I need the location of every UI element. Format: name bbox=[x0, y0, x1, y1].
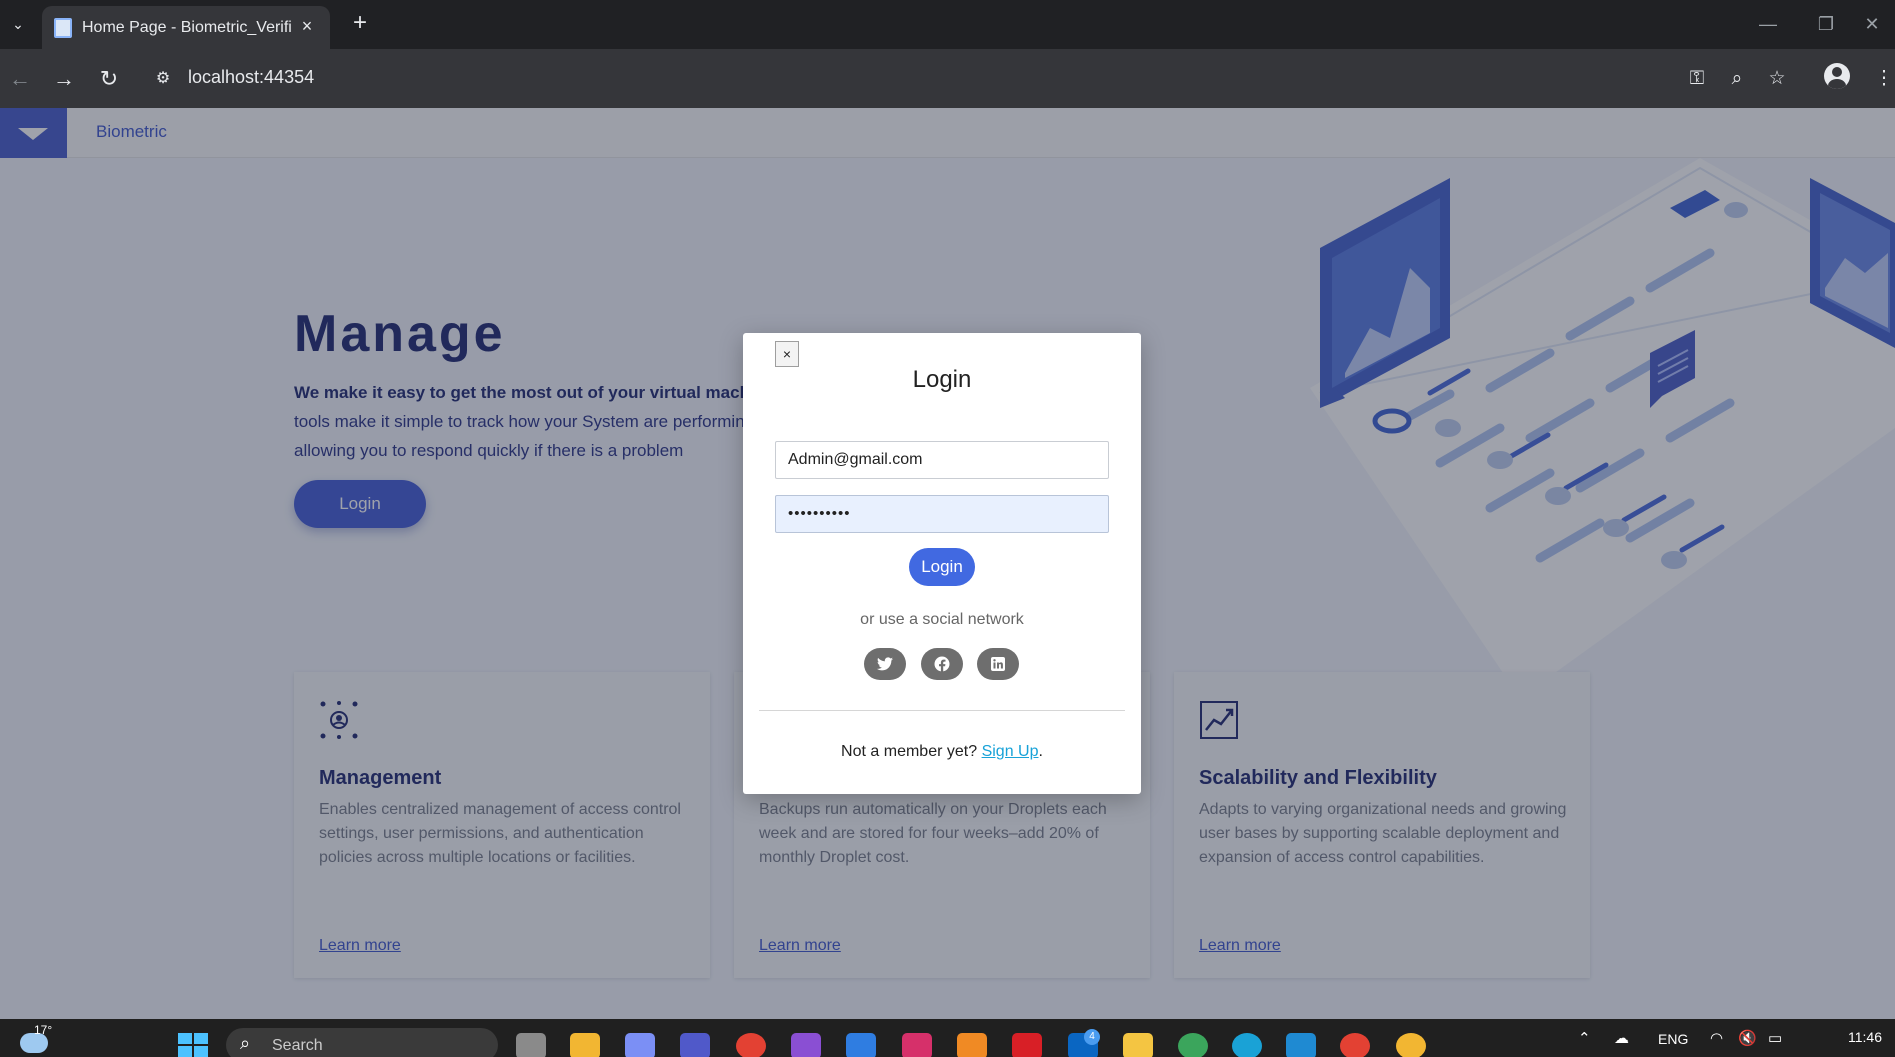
teams-icon[interactable] bbox=[680, 1033, 710, 1057]
linkedin-notification-badge: 4 bbox=[1084, 1029, 1100, 1045]
linkedin-icon[interactable] bbox=[977, 648, 1019, 680]
profile-avatar-icon[interactable] bbox=[1824, 63, 1850, 89]
chrome-icon[interactable] bbox=[736, 1033, 766, 1057]
tab-close-icon[interactable]: × bbox=[296, 15, 318, 37]
taskbar-search-placeholder: Search bbox=[272, 1037, 323, 1054]
restore-button[interactable]: ❐ bbox=[1806, 10, 1846, 38]
tab-title: Home Page - Biometric_Verification bbox=[82, 19, 292, 36]
email-field[interactable]: Admin@gmail.com bbox=[775, 441, 1109, 479]
browser-toolbar: ← → ↻ ⚙ localhost:44354 ⚿ ⌕ ☆ ⋮ bbox=[0, 49, 1895, 108]
password-key-icon[interactable]: ⚿ bbox=[1681, 63, 1713, 95]
close-window-button[interactable]: ✕ bbox=[1852, 10, 1892, 38]
instagram-icon[interactable] bbox=[902, 1033, 932, 1057]
copilot-icon[interactable] bbox=[625, 1033, 655, 1057]
chrome-canary-icon[interactable] bbox=[1396, 1033, 1426, 1057]
language-indicator[interactable]: ENG bbox=[1658, 1031, 1688, 1047]
onedrive-icon[interactable]: ☁ bbox=[1614, 1029, 1629, 1047]
signup-link[interactable]: Sign Up bbox=[982, 743, 1039, 760]
login-submit-button[interactable]: Login bbox=[909, 548, 975, 586]
tab-search-icon[interactable]: ⌄ bbox=[6, 12, 30, 36]
bookmark-star-icon[interactable]: ☆ bbox=[1761, 63, 1793, 95]
login-modal: × Login Admin@gmail.com •••••••••• Login… bbox=[743, 333, 1141, 794]
weather-temperature: 17° bbox=[34, 1023, 53, 1037]
modal-divider bbox=[759, 710, 1125, 711]
app-orange-icon[interactable] bbox=[957, 1033, 987, 1057]
edge-icon[interactable] bbox=[1232, 1033, 1262, 1057]
forward-icon[interactable]: → bbox=[48, 63, 80, 95]
new-tab-button[interactable]: + bbox=[346, 10, 374, 38]
task-view-icon[interactable] bbox=[516, 1033, 546, 1057]
zoom-icon[interactable]: ⌕ bbox=[1721, 63, 1753, 95]
minimize-button[interactable]: — bbox=[1748, 10, 1788, 38]
browser-tabstrip: ⌄ Home Page - Biometric_Verification × +… bbox=[0, 0, 1895, 49]
page-favicon-icon bbox=[54, 18, 72, 38]
social-login-text: or use a social network bbox=[860, 611, 1024, 628]
chrome-profile-icon[interactable] bbox=[1178, 1033, 1208, 1057]
file-explorer-icon[interactable] bbox=[570, 1033, 600, 1057]
tray-overflow-icon[interactable]: ⌃ bbox=[1578, 1029, 1591, 1047]
menu-kebab-icon[interactable]: ⋮ bbox=[1868, 63, 1895, 95]
search-icon: ⌕ bbox=[240, 1033, 251, 1053]
twitter-icon[interactable] bbox=[864, 648, 906, 680]
signup-prompt: Not a member yet? Sign Up. bbox=[743, 743, 1141, 761]
site-info-icon[interactable]: ⚙ bbox=[150, 66, 176, 92]
reload-icon[interactable]: ↻ bbox=[93, 63, 125, 95]
sticky-notes-icon[interactable] bbox=[1123, 1033, 1153, 1057]
volume-muted-icon[interactable]: 🔇 bbox=[1738, 1029, 1757, 1047]
windows-taskbar: 17° ⌕ Search 4 ⌃ ☁ ENG ◠ 🔇 ▭ 11:46 bbox=[0, 1019, 1895, 1057]
signup-prefix: Not a member yet? bbox=[841, 743, 978, 760]
facebook-icon[interactable] bbox=[921, 648, 963, 680]
ms-store-icon[interactable] bbox=[846, 1033, 876, 1057]
taskbar-search-box[interactable]: ⌕ Search bbox=[226, 1028, 498, 1057]
vscode-icon[interactable] bbox=[1286, 1033, 1316, 1057]
chrome-alt-icon[interactable] bbox=[1340, 1033, 1370, 1057]
taskbar-clock[interactable]: 11:46 bbox=[1848, 1029, 1882, 1045]
netflix-icon[interactable] bbox=[1012, 1033, 1042, 1057]
page-viewport: Biometric Manage We make it easy to get … bbox=[0, 108, 1895, 1019]
wifi-icon[interactable]: ◠ bbox=[1710, 1029, 1723, 1047]
modal-title: Login bbox=[912, 366, 972, 393]
browser-tab-active[interactable]: Home Page - Biometric_Verification × bbox=[42, 6, 330, 49]
windows-start-icon[interactable] bbox=[178, 1033, 208, 1057]
battery-icon[interactable]: ▭ bbox=[1768, 1029, 1782, 1047]
address-bar[interactable]: localhost:44354 bbox=[188, 67, 314, 88]
modal-close-button[interactable]: × bbox=[775, 341, 799, 367]
back-icon[interactable]: ← bbox=[4, 63, 36, 95]
visual-studio-icon[interactable] bbox=[791, 1033, 821, 1057]
signup-suffix: . bbox=[1038, 743, 1043, 760]
password-field[interactable]: •••••••••• bbox=[775, 495, 1109, 533]
